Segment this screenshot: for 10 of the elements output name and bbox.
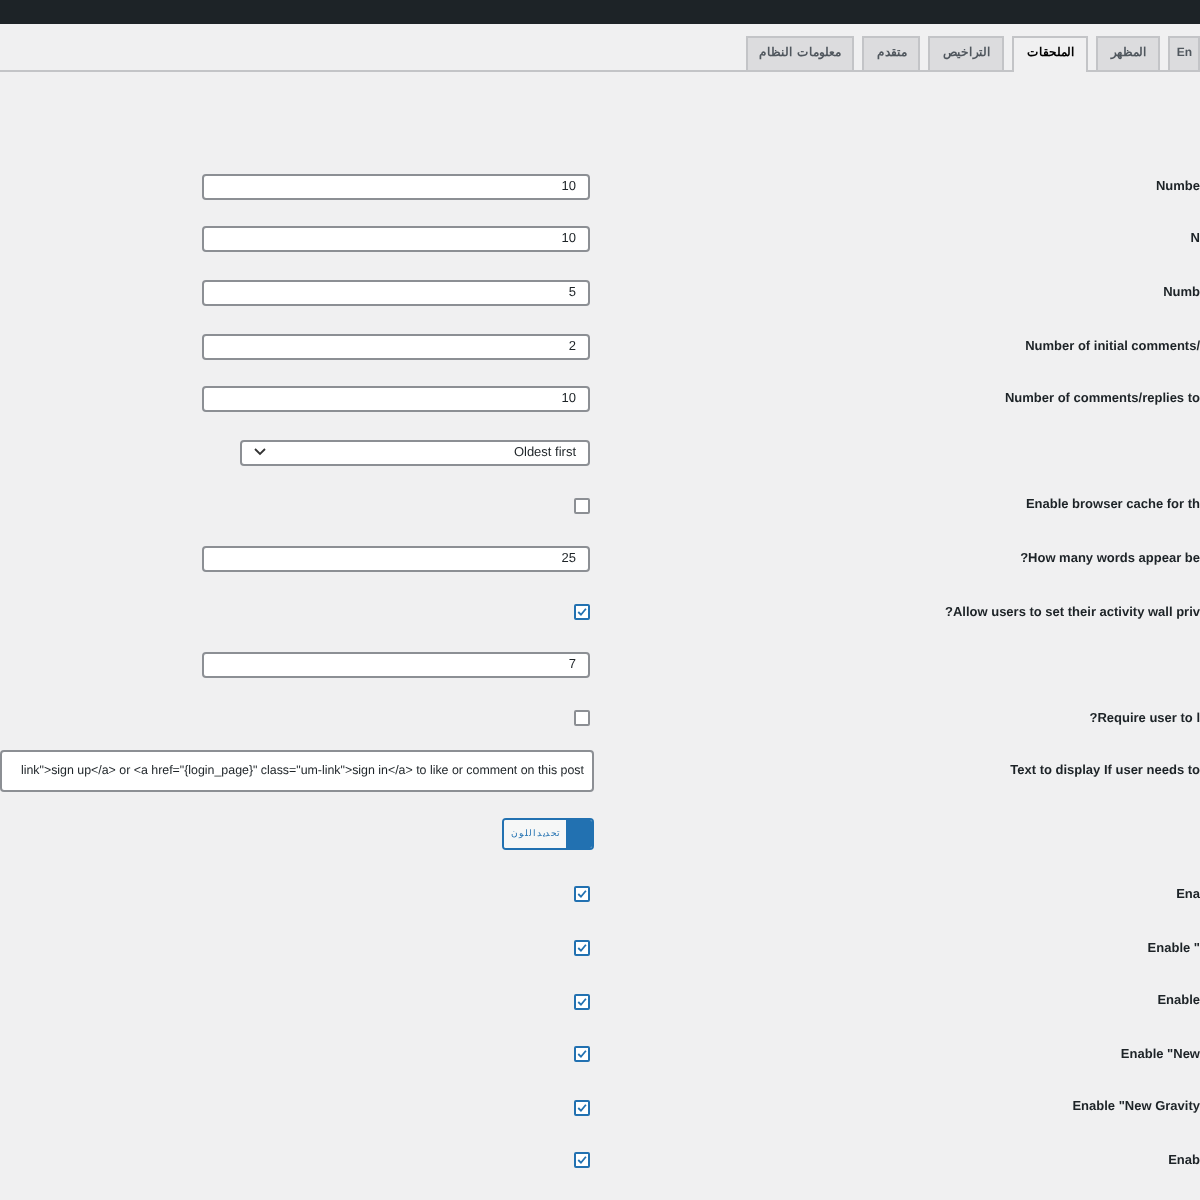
chevron-down-icon <box>254 448 266 457</box>
checkbox[interactable] <box>574 1099 590 1116</box>
checkbox[interactable] <box>574 1152 590 1169</box>
checkbox[interactable] <box>574 940 590 957</box>
checkbox[interactable] <box>574 993 590 1010</box>
checkbox[interactable] <box>574 1046 590 1063</box>
checkbox[interactable] <box>574 886 590 903</box>
checkbox[interactable] <box>574 710 590 727</box>
checkbox[interactable] <box>574 604 590 621</box>
checkbox[interactable] <box>574 497 590 514</box>
